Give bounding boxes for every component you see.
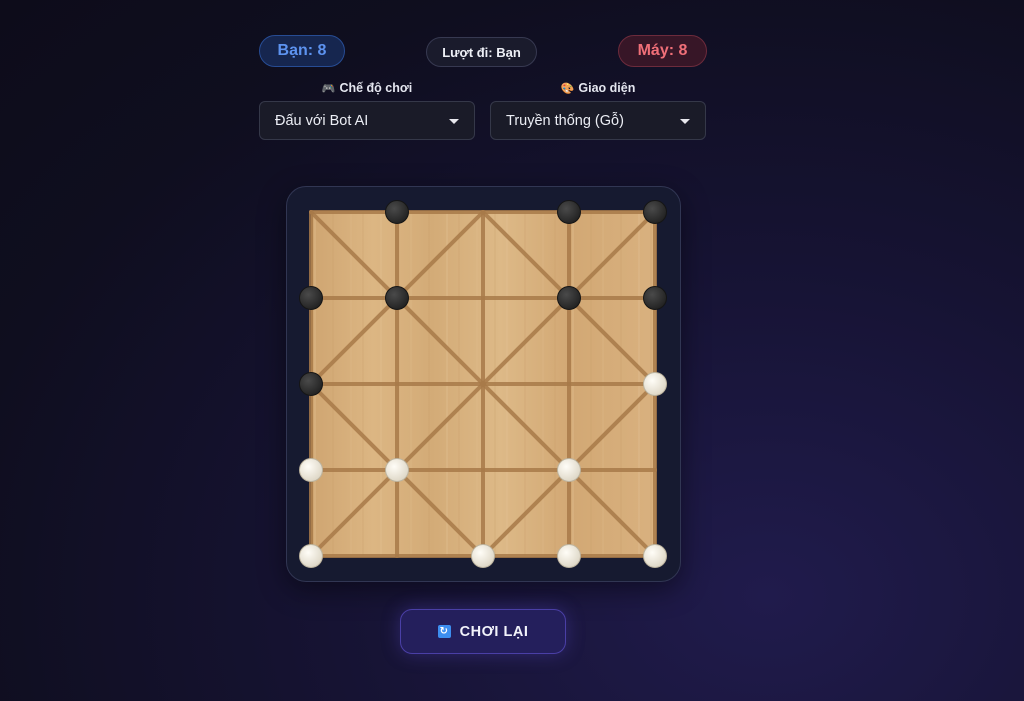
board-frame [286,186,681,582]
reset-label: CHƠI LẠI [459,623,529,640]
reset-button[interactable]: ↻ CHƠI LẠI [400,609,566,654]
mode-select[interactable]: Đấu với Bot AI [259,101,475,140]
palette-icon: 🎨 [560,82,575,95]
theme-label: 🎨 Giao diện [490,80,706,96]
theme-select-value: Truyền thống (Gỗ) [506,112,624,129]
score-player: Bạn: 8 [259,35,345,67]
mode-select-value: Đấu với Bot AI [275,112,369,129]
mode-label-text: Chế độ chơi [339,81,413,95]
theme-label-text: Giao diện [578,81,636,95]
chevron-down-icon [449,119,459,124]
mode-label: 🎮 Chế độ chơi [259,80,475,96]
theme-select[interactable]: Truyền thống (Gỗ) [490,101,706,140]
gamepad-icon: 🎮 [321,82,336,95]
chevron-down-icon [680,119,690,124]
turn-indicator: Lượt đi: Bạn [426,37,537,67]
refresh-icon: ↻ [437,625,451,638]
score-bot: Máy: 8 [618,35,707,67]
